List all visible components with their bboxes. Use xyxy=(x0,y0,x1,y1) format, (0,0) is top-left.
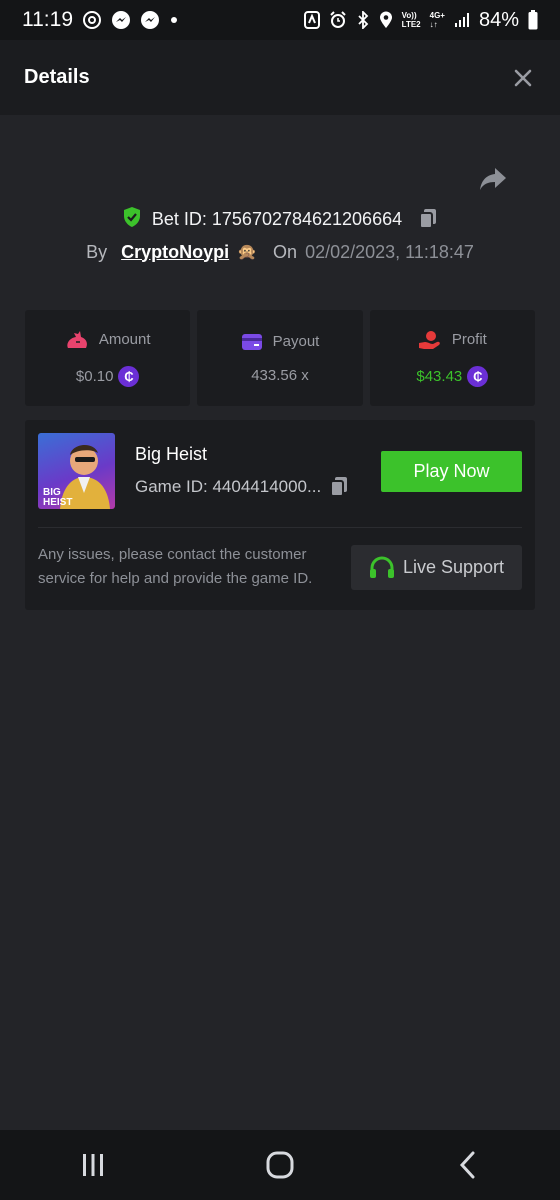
home-icon xyxy=(266,1151,294,1179)
back-icon xyxy=(459,1151,475,1179)
profit-label-row: Profit xyxy=(418,330,487,350)
messenger-icon xyxy=(111,10,131,30)
battery-percent: 84% xyxy=(478,8,519,31)
username-link[interactable]: CryptoNoypi xyxy=(121,242,229,263)
amount-value: $0.10 xyxy=(75,367,114,385)
messenger-icon-2 xyxy=(140,10,160,30)
game-card: BIG HEIST Big Heist Game ID: 4404414000.… xyxy=(25,420,535,610)
game-id-row: Game ID: 4404414000... xyxy=(135,476,349,498)
amount-card: Amount $0.10 ₵ xyxy=(25,310,191,406)
divider xyxy=(38,527,522,528)
live-support-button[interactable]: Live Support xyxy=(351,545,522,590)
payout-value: 433.56 x xyxy=(251,366,309,384)
battery-icon xyxy=(528,10,538,30)
signal-icon xyxy=(454,12,470,28)
status-bar: 11:19 Vo)) LTE2 4G+ ↓↑ 84% xyxy=(0,0,560,40)
notification-dot-icon xyxy=(169,15,179,25)
android-auto-icon xyxy=(303,11,320,29)
close-icon xyxy=(514,69,532,86)
shield-check-icon xyxy=(122,206,142,233)
location-icon xyxy=(379,11,393,29)
volte-label: Vo)) xyxy=(401,11,417,20)
user-emoji: 🙊 xyxy=(237,244,258,261)
copy-icon xyxy=(330,477,348,497)
copy-game-id-button[interactable] xyxy=(329,476,349,498)
status-right: Vo)) LTE2 4G+ ↓↑ 84% xyxy=(303,8,538,32)
recent-apps-button[interactable] xyxy=(63,1140,123,1190)
support-notice: Any issues, please contact the customer … xyxy=(38,546,313,587)
network-type-indicator: 4G+ ↓↑ xyxy=(430,11,445,29)
close-button[interactable] xyxy=(510,65,536,91)
payout-value-row: 433.56 x xyxy=(251,367,309,384)
payout-label: Payout xyxy=(272,333,320,350)
payout-label-row: Payout xyxy=(241,333,320,351)
recent-apps-icon xyxy=(83,1154,104,1176)
back-button[interactable] xyxy=(437,1140,497,1190)
volte-indicator: Vo)) LTE2 xyxy=(402,11,421,29)
profit-label: Profit xyxy=(451,331,487,348)
bluetooth-icon xyxy=(356,11,370,29)
live-support-label: Live Support xyxy=(402,557,505,577)
hand-coin-icon xyxy=(418,330,440,349)
on-label: On xyxy=(273,241,298,262)
game-name: Big Heist xyxy=(135,444,208,464)
play-now-button[interactable]: Play Now xyxy=(381,451,522,492)
alarm-icon xyxy=(329,11,347,29)
game-id-text: Game ID: 4404414000... xyxy=(135,477,322,496)
lte-label: LTE2 xyxy=(401,20,421,29)
details-header: Details xyxy=(0,40,560,115)
thumb-title-line2: HEIST xyxy=(43,497,72,508)
amount-value-row: $0.10 ₵ xyxy=(75,365,140,387)
coin-icon: ₵ xyxy=(467,365,489,387)
system-nav-bar xyxy=(0,1130,560,1200)
share-icon xyxy=(480,168,506,190)
data-arrows-label: ↓↑ xyxy=(429,20,438,29)
coin-icon: ₵ xyxy=(118,365,140,387)
money-bag-icon xyxy=(67,330,87,348)
amount-label-row: Amount xyxy=(65,330,151,350)
bet-stats: Amount $0.10 ₵ Payout 433.56 x Profit $4… xyxy=(25,310,535,406)
threads-icon xyxy=(82,10,102,30)
headset-icon xyxy=(369,556,394,578)
share-button[interactable] xyxy=(478,166,510,196)
bet-date: 02/02/2023, 11:18:47 xyxy=(305,241,474,262)
payout-card: Payout 433.56 x xyxy=(197,310,363,406)
copy-bet-id-button[interactable] xyxy=(418,208,438,230)
by-label: By xyxy=(86,241,108,262)
profit-value-row: $43.43 ₵ xyxy=(416,365,489,387)
page-title: Details xyxy=(24,66,90,88)
status-time: 11:19 xyxy=(22,8,73,31)
net-type-label: 4G+ xyxy=(429,11,445,20)
game-art-image: BIG HEIST xyxy=(43,444,110,509)
bet-meta-row: By CryptoNoypi 🙊 On 02/02/2023, 11:18:47 xyxy=(0,239,560,265)
bet-id-row: Bet ID: 1756702784621206664 xyxy=(0,205,560,233)
profit-value: $43.43 xyxy=(416,367,463,385)
profit-card: Profit $43.43 ₵ xyxy=(369,310,535,406)
game-thumbnail[interactable]: BIG HEIST xyxy=(38,433,115,509)
card-icon xyxy=(241,333,262,350)
amount-label: Amount xyxy=(98,331,151,348)
status-left: 11:19 xyxy=(22,8,179,32)
home-button[interactable] xyxy=(250,1140,310,1190)
bet-id-text: Bet ID: 1756702784621206664 xyxy=(151,208,403,229)
copy-icon xyxy=(419,209,437,229)
